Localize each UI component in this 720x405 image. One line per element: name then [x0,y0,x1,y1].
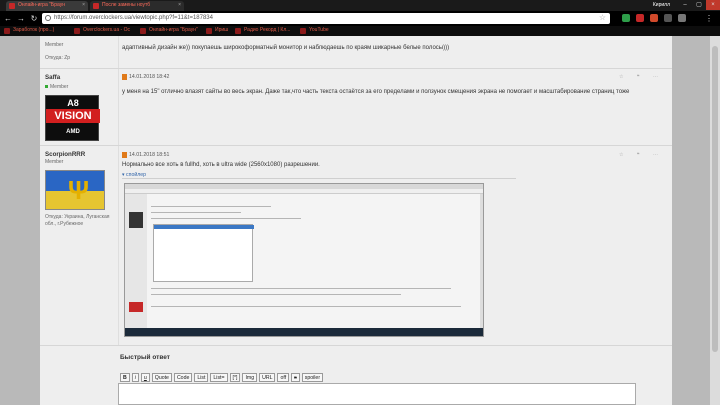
ordered-list-button[interactable]: List= [210,373,228,382]
image-button[interactable]: Img [242,373,258,382]
post-date[interactable]: 14.01.2018 18:42 [122,74,169,80]
page-scrollbar[interactable] [710,36,720,405]
user-avatar: Ψ [45,170,105,210]
close-window-icon[interactable]: × [706,0,720,10]
user-rank: Member [45,159,64,165]
user-rank: Member [45,84,68,90]
forum-content: Member Откуда: Zp адаптивный дизайн же))… [40,36,672,405]
bookmark-star-icon[interactable]: ☆ [599,13,606,22]
post-text: адаптивный дизайн же)) покупаешь широкоф… [122,45,450,51]
bookmarks-bar: Заработок (про...) Overclockers.ua - Ос … [0,26,720,36]
italic-button[interactable]: i [131,373,139,382]
reload-icon[interactable]: ↻ [29,14,39,24]
bookmark-favicon-icon [206,28,212,34]
close-tab-icon[interactable]: × [178,2,181,8]
extension-icon[interactable] [678,14,686,22]
post-author[interactable]: Saffa [45,74,60,81]
post-actions[interactable]: ☆ ❝ ⋯ [619,152,664,158]
bookmark-favicon-icon [4,28,10,34]
page-viewport: Member Откуда: Zp адаптивный дизайн же))… [0,36,720,405]
user-avatar: A8 VISION AMD [45,95,100,141]
underline-button[interactable]: u [140,373,150,382]
minimize-icon[interactable]: – [678,0,692,10]
browser-tab-strip: Онлайн-игра "Браун × После замены ноутб … [0,0,720,11]
post-author[interactable]: ScorpionRRR [45,151,85,158]
forum-post: Member Откуда: Zp адаптивный дизайн же))… [40,36,672,69]
post-date[interactable]: 14.01.2018 18:51 [122,152,169,158]
post-actions[interactable]: ☆ ❝ ⋯ [619,74,664,80]
bookmark-favicon-icon [140,28,146,34]
forward-icon[interactable]: → [16,14,26,24]
bookmark-favicon-icon [300,28,306,34]
browser-tab[interactable]: Онлайн-игра "Браун × [6,1,88,11]
quick-reply-title: Быстрый ответ [120,354,170,361]
post-icon [122,74,127,80]
bookmark-item[interactable]: YouTube [300,27,329,34]
site-favicon-icon [93,3,99,9]
embedded-screenshot[interactable] [124,183,484,337]
extension-icon[interactable] [650,14,658,22]
url-button[interactable]: URL [259,373,276,382]
back-icon[interactable]: ← [3,14,13,24]
user-location: Откуда: Украина, Луганская обл., г.Рубеж… [45,214,110,227]
bookmark-item[interactable]: Заработок (про...) [4,27,54,34]
browser-toolbar: ← → ↻ https://forum.overclockers.ua/view… [0,11,720,26]
bookmark-favicon-icon [74,28,80,34]
user-location: Откуда: Zp [45,55,71,61]
bookmark-favicon-icon [235,28,241,34]
post-icon [122,152,127,158]
code-button[interactable]: Code [173,373,193,382]
quote-button[interactable]: Quote [151,373,172,382]
browser-tab[interactable]: После замены ноутб × [90,1,184,11]
bold-button[interactable]: B [120,373,130,382]
post-divider [118,36,119,68]
post-divider [118,146,119,345]
maximize-icon[interactable]: ▢ [692,0,706,10]
spoiler-divider [122,178,516,179]
editor-toolbar: B i u Quote Code List List= [*] Img URL … [120,373,324,382]
trident-icon: Ψ [68,175,90,205]
bookmark-item[interactable]: Радио Рекорд | Кл... [235,27,290,34]
window-controls: – ▢ × [678,0,720,10]
post-divider [118,69,119,145]
extension-icon[interactable] [664,14,672,22]
lock-icon [45,15,51,21]
bookmark-item[interactable]: Онлайн-игра "Браун" [140,27,198,34]
profile-name[interactable]: Кирилл [653,2,670,8]
post-text: у меня на 15" отлично влазят сайты во ве… [122,89,630,95]
bookmark-item[interactable]: Ириш [206,27,228,34]
off-button[interactable]: off [277,373,290,382]
forum-post: Saffa Member 14.01.2018 18:42 ☆ ❝ ⋯ у ме… [40,69,672,146]
spoiler-button[interactable]: spoiler [301,373,324,382]
address-bar[interactable]: https://forum.overclockers.ua/viewtopic.… [42,13,610,24]
online-status-icon [45,85,48,88]
amd-logo-icon: AMD [66,129,80,135]
strike-button[interactable]: s [291,373,300,382]
scrollbar-thumb[interactable] [712,46,718,352]
extension-icon[interactable] [622,14,630,22]
site-favicon-icon [9,3,15,9]
bookmark-item[interactable]: Overclockers.ua - Ос [74,27,130,34]
reply-textarea[interactable] [118,383,636,405]
list-item-button[interactable]: [*] [229,373,241,382]
user-rank: Member [45,42,64,48]
menu-icon[interactable]: ⋮ [704,14,714,24]
extension-icon[interactable] [636,14,644,22]
post-text: Нормально все хоть в fullhd, хоть в ultr… [122,162,320,168]
list-button[interactable]: List [194,373,209,382]
close-tab-icon[interactable]: × [82,2,85,8]
url-text[interactable]: https://forum.overclockers.ua/viewtopic.… [54,15,213,21]
